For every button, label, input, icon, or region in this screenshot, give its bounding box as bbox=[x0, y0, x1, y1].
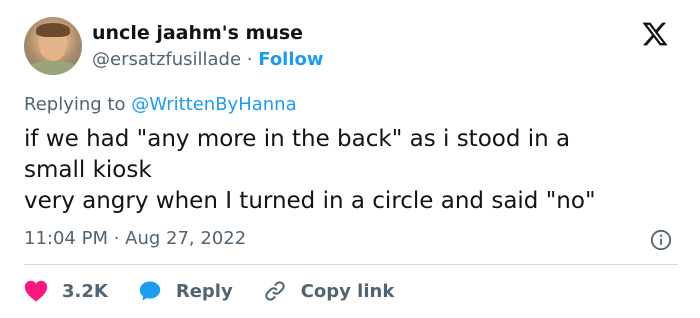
reply-button[interactable]: Reply bbox=[138, 279, 233, 303]
divider bbox=[24, 264, 678, 265]
reply-label: Reply bbox=[175, 280, 233, 302]
replying-to: Replying to @WrittenByHanna bbox=[24, 94, 297, 115]
action-bar: 3.2K Reply Copy link bbox=[24, 276, 424, 306]
avatar-shirt bbox=[28, 61, 78, 75]
tweet-line: very angry when I turned in a circle and… bbox=[24, 188, 596, 214]
info-icon[interactable] bbox=[650, 229, 672, 251]
avatar-hair bbox=[36, 23, 70, 37]
copy-link-button[interactable]: Copy link bbox=[263, 279, 395, 303]
follow-link[interactable]: Follow bbox=[258, 49, 323, 70]
avatar[interactable] bbox=[24, 17, 82, 75]
tweet-text: if we had "any more in the back" as i st… bbox=[24, 124, 596, 217]
author-display-name[interactable]: uncle jaahm's muse bbox=[92, 22, 303, 44]
like-button[interactable]: 3.2K bbox=[24, 280, 108, 302]
like-count: 3.2K bbox=[62, 280, 108, 302]
x-logo-icon[interactable] bbox=[640, 20, 670, 48]
handle-separator: · bbox=[246, 49, 253, 70]
replying-prefix: Replying to bbox=[24, 94, 126, 115]
speech-bubble-icon bbox=[139, 281, 161, 301]
reply-mention-link[interactable]: @WrittenByHanna bbox=[131, 94, 296, 115]
tweet-timestamp[interactable]: 11:04 PM · Aug 27, 2022 bbox=[24, 228, 246, 249]
author-handle-line: @ersatzfusillade · Follow bbox=[92, 49, 324, 70]
tweet-line: small kiosk bbox=[24, 157, 152, 183]
author-handle[interactable]: @ersatzfusillade bbox=[92, 49, 241, 70]
heart-icon bbox=[24, 280, 48, 302]
copy-link-label: Copy link bbox=[300, 280, 395, 302]
link-icon bbox=[265, 281, 285, 301]
tweet-line: if we had "any more in the back" as i st… bbox=[24, 126, 571, 152]
